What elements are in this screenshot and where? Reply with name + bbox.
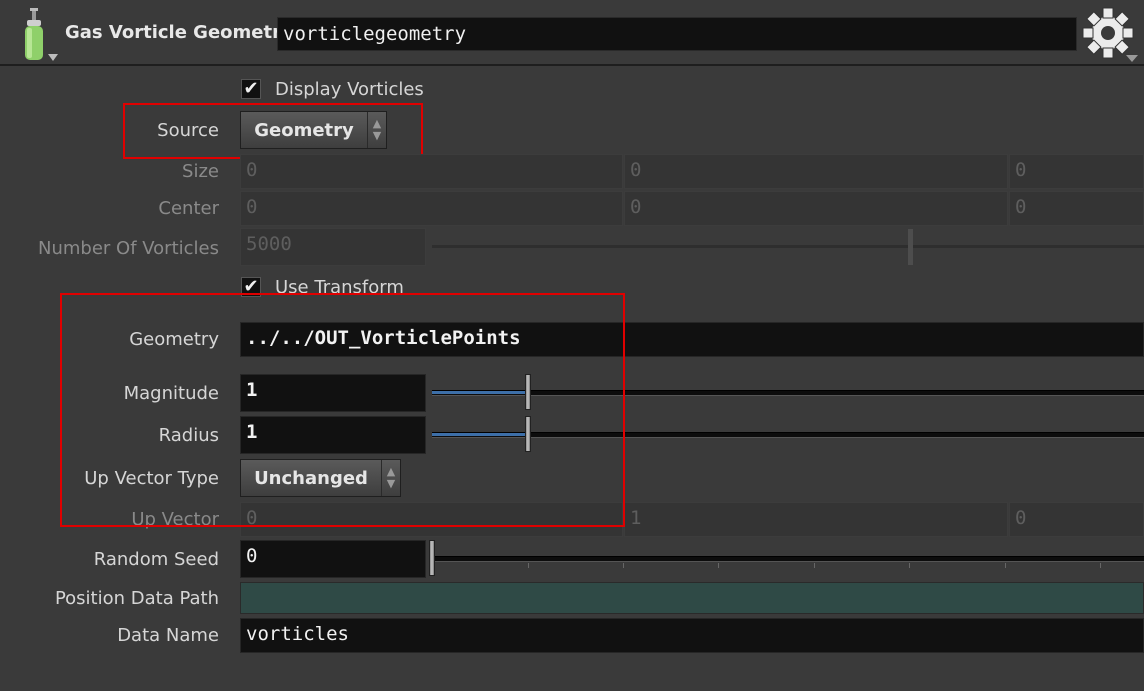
node-name-input[interactable]	[277, 17, 1077, 51]
slider-tick	[528, 563, 529, 568]
slider-tick	[814, 563, 815, 568]
data-name-label: Data Name	[117, 625, 219, 646]
up-vector-z-field[interactable]: 0	[1009, 502, 1144, 537]
node-type-label: Gas Vorticle Geometry	[65, 22, 293, 43]
size-z-field[interactable]: 0	[1009, 154, 1144, 189]
num-vorticles-field[interactable]: 5000	[240, 228, 426, 266]
slider-tick	[1005, 563, 1006, 568]
num-vorticles-label: Number Of Vorticles	[38, 238, 219, 259]
display-vorticles-checkbox[interactable]: ✔	[241, 79, 261, 99]
size-label: Size	[182, 161, 219, 182]
data-name-field[interactable]: vorticles	[240, 618, 1144, 653]
center-z-field[interactable]: 0	[1009, 191, 1144, 226]
slider-tick	[718, 563, 719, 568]
position-data-path-label: Position Data Path	[54, 588, 219, 609]
center-y-field[interactable]: 0	[624, 191, 1008, 226]
slider-tick	[623, 563, 624, 568]
highlight-box-source	[123, 103, 423, 159]
num-vorticles-slider-handle[interactable]	[908, 229, 913, 265]
display-vorticles-label: Display Vorticles	[275, 79, 424, 100]
center-label: Center	[158, 198, 219, 219]
slider-tick	[909, 563, 910, 568]
size-x-field[interactable]: 0	[240, 154, 623, 189]
random-seed-field[interactable]: 0	[240, 540, 426, 578]
slider-tick	[1100, 563, 1101, 568]
random-seed-slider-handle[interactable]	[429, 540, 435, 576]
random-seed-label: Random Seed	[93, 549, 219, 570]
position-data-path-field[interactable]	[240, 582, 1144, 614]
gas-cylinder-icon[interactable]	[20, 4, 66, 64]
num-vorticles-slider-track[interactable]	[432, 245, 1144, 248]
size-y-field[interactable]: 0	[624, 154, 1008, 189]
center-x-field[interactable]: 0	[240, 191, 623, 226]
highlight-box-geometry-params	[60, 293, 625, 527]
gear-icon[interactable]	[1080, 6, 1142, 64]
up-vector-y-field[interactable]: 1	[624, 502, 1008, 537]
random-seed-slider-track[interactable]	[432, 556, 1144, 562]
